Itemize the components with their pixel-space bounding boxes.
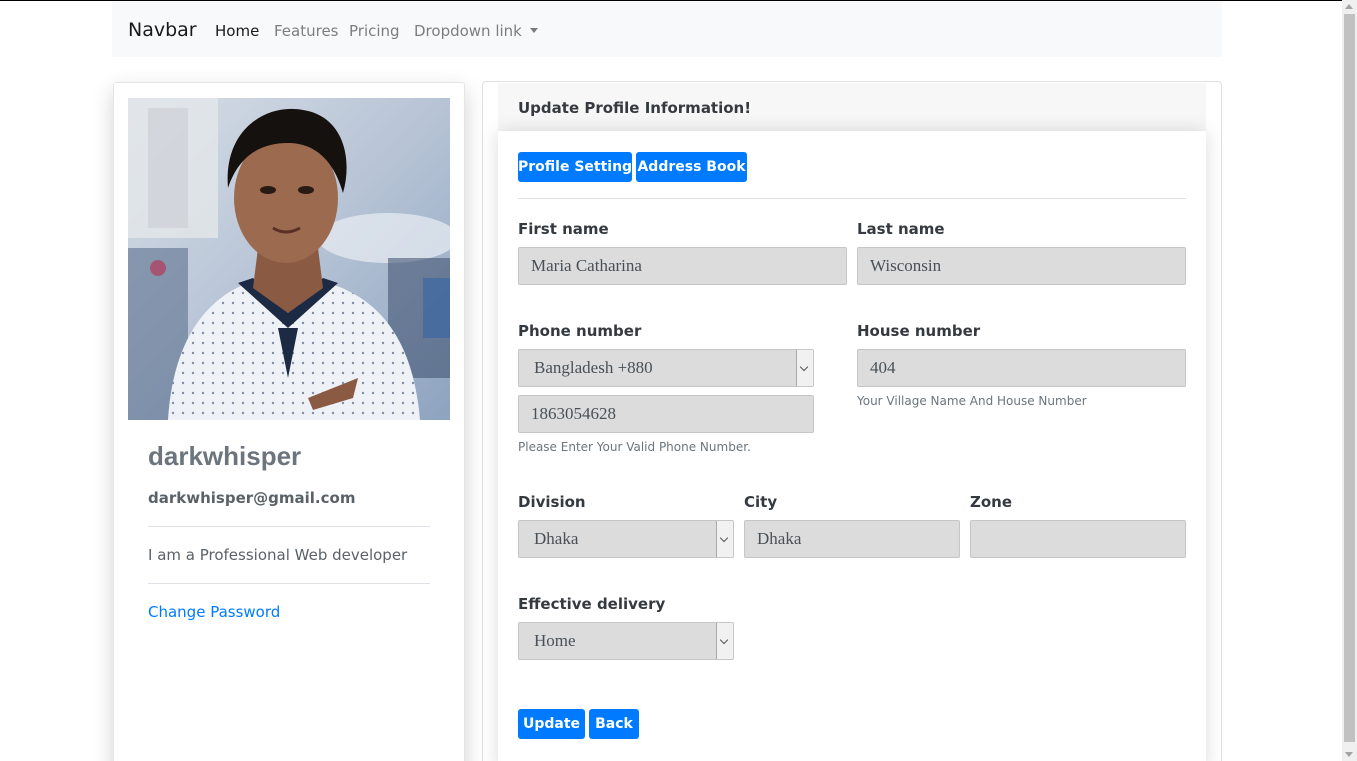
- navbar: Navbar Home Features Pricing Dropdown li…: [112, 1, 1222, 57]
- divider: [148, 526, 430, 527]
- phone-input[interactable]: 1863054628: [518, 395, 814, 433]
- divider: [148, 583, 430, 584]
- profile-email: darkwhisper@gmail.com: [148, 489, 356, 507]
- nav-dropdown-label: Dropdown link: [414, 22, 522, 40]
- profile-card: darkwhisper darkwhisper@gmail.com I am a…: [113, 82, 465, 761]
- navbar-brand[interactable]: Navbar: [128, 19, 197, 41]
- profile-bio: I am a Professional Web developer: [148, 546, 408, 564]
- profile-username: darkwhisper: [148, 441, 302, 471]
- house-number-label: House number: [857, 322, 981, 340]
- update-button[interactable]: Update: [518, 709, 585, 739]
- delivery-select[interactable]: Home: [518, 622, 734, 660]
- back-button[interactable]: Back: [589, 709, 639, 739]
- chevron-down-icon: [716, 521, 733, 557]
- nav-link-pricing[interactable]: Pricing: [349, 22, 400, 40]
- divider: [518, 198, 1186, 199]
- nav-dropdown[interactable]: Dropdown link: [414, 22, 538, 40]
- country-code-select[interactable]: Bangladesh +880: [518, 349, 814, 387]
- last-name-input[interactable]: Wisconsin: [857, 247, 1186, 285]
- scroll-up-icon[interactable]: [1345, 4, 1353, 9]
- scroll-down-icon[interactable]: [1345, 752, 1353, 757]
- delivery-value: Home: [534, 631, 576, 650]
- profile-photo: [128, 98, 450, 420]
- profile-setting-button[interactable]: Profile Setting: [518, 152, 632, 182]
- city-input[interactable]: Dhaka: [744, 520, 960, 558]
- first-name-label: First name: [518, 220, 609, 238]
- zone-label: Zone: [970, 493, 1013, 511]
- address-book-button[interactable]: Address Book: [636, 152, 747, 182]
- last-name-label: Last name: [857, 220, 945, 238]
- phone-label: Phone number: [518, 322, 642, 340]
- city-label: City: [744, 493, 778, 511]
- nav-link-features[interactable]: Features: [274, 22, 339, 40]
- scrollbar-thumb[interactable]: [1344, 14, 1355, 742]
- division-value: Dhaka: [534, 529, 579, 548]
- first-name-input[interactable]: Maria Catharina: [518, 247, 847, 285]
- chevron-down-icon: [716, 623, 733, 659]
- division-select[interactable]: Dhaka: [518, 520, 734, 558]
- caret-down-icon: [529, 27, 538, 33]
- form-header: Update Profile Information!: [498, 83, 1206, 131]
- house-help-text: Your Village Name And House Number: [857, 394, 1087, 408]
- house-number-input[interactable]: 404: [857, 349, 1186, 387]
- profile-photo-image: [128, 98, 450, 420]
- scrollbar[interactable]: [1342, 0, 1357, 761]
- change-password-link[interactable]: Change Password: [148, 603, 280, 621]
- zone-input[interactable]: [970, 520, 1186, 558]
- country-code-value: Bangladesh +880: [534, 358, 653, 377]
- phone-help-text: Please Enter Your Valid Phone Number.: [518, 440, 751, 454]
- chevron-down-icon: [796, 350, 813, 386]
- delivery-label: Effective delivery: [518, 595, 666, 613]
- division-label: Division: [518, 493, 586, 511]
- form-title: Update Profile Information!: [518, 99, 752, 117]
- nav-link-home[interactable]: Home: [215, 22, 259, 40]
